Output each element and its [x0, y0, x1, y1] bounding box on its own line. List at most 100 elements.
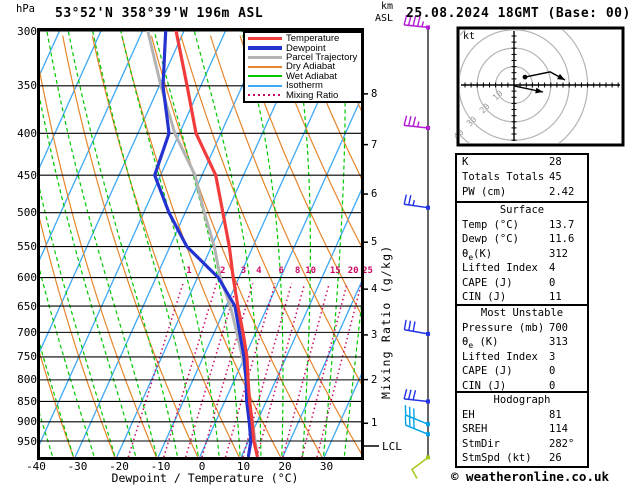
legend-line-sample — [248, 55, 282, 60]
table-row-label: Totals Totals — [462, 171, 545, 183]
km-tick-label: 5 — [371, 236, 378, 249]
mixing-ratio-line — [256, 283, 306, 457]
wind-barb — [404, 203, 429, 209]
table-row-value: 45 — [549, 171, 562, 183]
wind-barb-dot — [426, 125, 430, 130]
most-unstable-table: Most Unstable Pressure (mb) 700 θe (K) 313 Li… — [455, 304, 589, 394]
isotherm-line — [40, 31, 227, 445]
km-tick-label: 3 — [371, 328, 378, 341]
legend-line-sample — [248, 36, 282, 41]
table-row: Dewp (°C) 11.6 — [457, 232, 587, 247]
wind-barb-tick — [408, 320, 412, 331]
mixing-ratio-label: 15 — [330, 266, 341, 276]
wind-barb-tick — [407, 389, 412, 400]
wind-barb-tick — [403, 319, 407, 330]
table-section-title: Hodograph — [493, 394, 551, 406]
table-row: Lifted Index 4 — [457, 261, 587, 276]
pressure-tick-label: 550 — [17, 240, 37, 254]
legend-line-sample — [248, 75, 282, 78]
wind-barb-tick — [421, 21, 425, 27]
table-row-label: CAPE (J) — [462, 365, 513, 377]
table-row-label: StmDir — [462, 437, 500, 450]
wet-adiabat-line — [386, 31, 453, 456]
table-row: Lifted Index 3 — [457, 350, 587, 365]
table-row: Totals Totals 45 — [457, 170, 587, 185]
wind-barb-tick — [412, 390, 417, 401]
wind-barb-tick — [412, 321, 416, 332]
altitude-unit-label: km ASL — [360, 1, 393, 24]
legend-line-sample — [248, 65, 282, 68]
legend-line-sample — [248, 46, 282, 50]
legend-line-sample — [248, 84, 282, 87]
wind-barb-dot — [426, 432, 430, 437]
mixing-ratio-label: 4 — [256, 266, 262, 276]
table-row-label: Temp (°C) — [462, 218, 519, 231]
table-row: θe (K) 313 — [457, 335, 587, 350]
table-section-title: Most Unstable — [480, 307, 564, 319]
wind-barb — [404, 398, 429, 403]
km-tick-label: 8 — [371, 87, 378, 100]
table-row-value: 312 — [549, 247, 568, 260]
wind-barb-tick — [412, 200, 415, 206]
table-row-value: 0 — [549, 365, 556, 377]
temp-tick-label: -40 — [26, 460, 46, 473]
wind-barb-dot — [426, 205, 430, 210]
table-row: SREH 114 — [457, 422, 587, 437]
legend-item-label: Mixing Ratio — [286, 89, 339, 101]
table-row: StmDir 282° — [457, 437, 587, 452]
table-row-value: 3 — [549, 350, 556, 363]
table-row: CIN (J) 11 — [457, 290, 587, 305]
wind-barb-tick — [403, 389, 408, 400]
skewt-sounding-page: 1 2 3 4 6 8 10 15 20 25 10 20 30 40 hPa 53°52'N 358°3… — [0, 0, 629, 486]
hodograph-ring-label: 10 — [491, 89, 505, 103]
mixing-ratio-axis-title: Mixing Ratio (g/kg) — [379, 244, 393, 399]
credit-footer: © weatheronline.co.uk — [451, 469, 610, 484]
wind-barb-dot — [426, 422, 430, 427]
hodograph-border — [456, 26, 625, 147]
table-row-value: 313 — [549, 336, 568, 348]
km-tick-label: 2 — [371, 373, 378, 386]
table-row-value: 13.7 — [549, 218, 575, 231]
hodograph-trace-start-dot — [522, 74, 528, 80]
km-tick-label: 7 — [371, 138, 378, 151]
table-row-label: PW (cm) — [462, 186, 507, 198]
mixing-ratio-line — [163, 283, 218, 457]
surface-wind-barb — [410, 456, 429, 479]
table-row-label: EH — [462, 408, 475, 421]
pressure-tick-label: 700 — [17, 325, 37, 339]
pressure-tick-label: 800 — [17, 373, 37, 387]
table-row-label: Lifted Index — [462, 262, 538, 274]
pressure-tick-label: 600 — [17, 271, 37, 285]
pressure-tick-label: 350 — [17, 79, 37, 93]
table-row-value: 4 — [549, 262, 556, 274]
table-row-label: CAPE (J) — [462, 276, 513, 289]
table-row-value: 26 — [549, 452, 562, 464]
wet-adiabat-line — [67, 31, 178, 456]
lcl-label: LCL — [382, 440, 402, 453]
mixing-ratio-label: 1 — [186, 266, 191, 276]
table-row: Pressure (mb) 700 — [457, 321, 587, 336]
table-row-value: 282° — [549, 437, 575, 450]
table-row-value: 2.42 — [549, 186, 575, 198]
km-tick-label: 1 — [371, 417, 378, 430]
mixing-ratio-label: 3 — [241, 266, 246, 276]
wind-barb — [404, 24, 429, 29]
km-tick-label: 4 — [371, 283, 378, 296]
wind-barb-dot — [426, 25, 430, 30]
table-row-value: 0 — [549, 276, 556, 289]
hodograph-arrowhead — [535, 87, 544, 94]
altitude-unit-km: km — [380, 1, 393, 12]
legend-item: Mixing Ratio — [245, 89, 361, 101]
table-row-label: StmSpd (kt) — [462, 452, 532, 464]
mixing-ratio-label: 20 — [348, 266, 359, 276]
table-row-label: Dewp (°C) — [462, 233, 519, 245]
table-row-label: Lifted Index — [462, 350, 538, 363]
hodograph-ring-label: 30 — [465, 115, 479, 129]
wind-barb — [405, 424, 429, 435]
table-row: EH 81 — [457, 408, 587, 423]
wind-barb-tick — [416, 121, 420, 128]
legend: Temperature Dewpoint Parcel Trajectory Dry … — [243, 31, 363, 103]
table-row-value: 28 — [549, 156, 562, 168]
temp-tick-label: -30 — [67, 460, 88, 473]
indices-table: K 28 Totals Totals 45 PW (cm) 2.42 — [455, 153, 589, 203]
